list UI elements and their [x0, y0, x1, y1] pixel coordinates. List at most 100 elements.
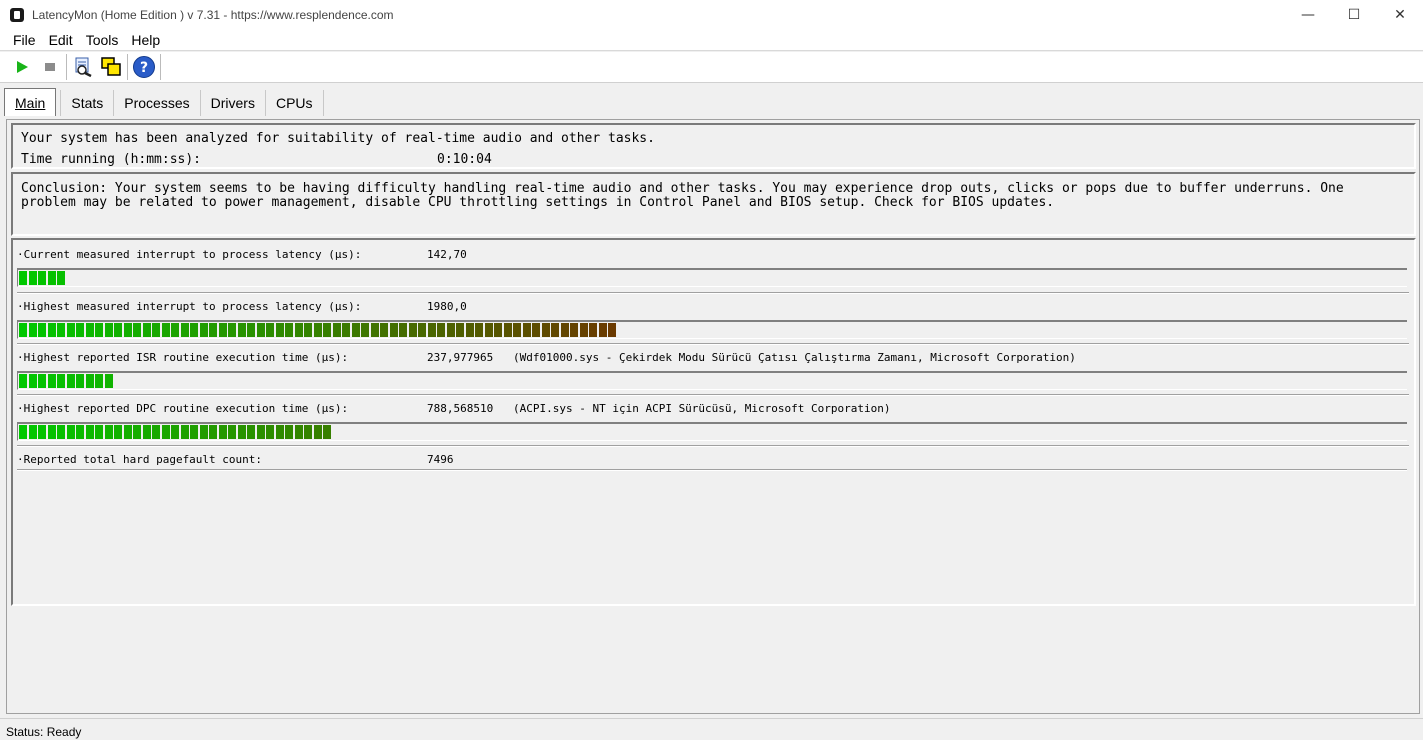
latency-bar [17, 371, 1407, 390]
window-title: LatencyMon (Home Edition ) v 7.31 - http… [32, 7, 394, 22]
bar-segment [114, 425, 122, 439]
bar-segment [475, 323, 483, 337]
bar-segment [190, 425, 198, 439]
bar-segment [66, 425, 75, 439]
bar-segment [228, 323, 236, 337]
bar-segment [285, 425, 293, 439]
bar-segment [28, 271, 37, 285]
bar-segment [484, 323, 493, 337]
menu-edit[interactable]: Edit [44, 32, 78, 48]
bar-segment [570, 323, 578, 337]
minimize-button[interactable]: — [1285, 0, 1331, 29]
bar-fill [19, 323, 618, 337]
bar-segment [66, 374, 75, 388]
bar-segment [133, 425, 141, 439]
bar-fill [19, 374, 114, 388]
menu-edit-label: Edit [48, 31, 73, 48]
bar-segment [427, 323, 436, 337]
bar-segment [152, 425, 160, 439]
tab-cpus[interactable]: CPUs [266, 90, 324, 116]
bar-segment [85, 425, 94, 439]
pagefault-divider [17, 469, 1407, 471]
menu-help[interactable]: Help [126, 32, 165, 48]
tab-main[interactable]: Main [4, 88, 57, 116]
bar-segment [161, 323, 170, 337]
analyzed-text: Your system has been analyzed for suitab… [21, 131, 655, 146]
bar-segment [294, 323, 303, 337]
bar-segment [114, 323, 122, 337]
tab-stats[interactable]: Stats [60, 90, 115, 116]
stop-icon[interactable] [36, 53, 64, 81]
bar-segment [47, 374, 56, 388]
tab-cpus-label: CPUs [275, 95, 313, 111]
bar-segment [275, 425, 284, 439]
summary-box: Your system has been analyzed for suitab… [11, 123, 1416, 169]
bar-segment [171, 425, 179, 439]
close-button[interactable]: ✕ [1377, 0, 1423, 29]
bar-segment [332, 323, 341, 337]
bar-segment [76, 374, 84, 388]
bar-segment [19, 374, 27, 388]
report-icon[interactable] [69, 53, 97, 81]
bar-segment [199, 425, 208, 439]
tab-processes[interactable]: Processes [114, 90, 201, 116]
help-icon[interactable]: ? [130, 53, 158, 81]
bar-segment [209, 323, 217, 337]
bar-segment [323, 323, 331, 337]
time-running-label: Time running (h:mm:ss): [21, 152, 202, 167]
bar-segment [399, 323, 407, 337]
bar-segment [28, 323, 37, 337]
bar-segment [76, 323, 84, 337]
tab-processes-label: Processes [124, 95, 190, 111]
metrics-box: ·Current measured interrupt to process l… [11, 238, 1416, 606]
menu-help-label: Help [131, 31, 161, 48]
bar-segment [522, 323, 531, 337]
bar-segment [579, 323, 588, 337]
bar-segment [19, 271, 27, 285]
bar-segment [342, 323, 350, 337]
status-text: Status: Ready [6, 725, 82, 739]
bar-segment [123, 323, 132, 337]
metric-value: 7496 [427, 453, 454, 466]
maximize-button[interactable]: ☐ [1331, 0, 1377, 29]
metric-label: ·Current measured interrupt to process l… [17, 248, 362, 261]
bar-segment [209, 425, 217, 439]
bar-segment [541, 323, 550, 337]
play-icon[interactable] [8, 53, 36, 81]
bar-segment [351, 323, 360, 337]
status-bar: Status: Ready [0, 718, 1423, 740]
conclusion-box: Conclusion: Your system seems to be havi… [11, 172, 1416, 236]
bar-segment [57, 425, 65, 439]
bar-segment [513, 323, 521, 337]
bar-segment [304, 425, 312, 439]
bar-fill [19, 271, 67, 285]
bar-segment [294, 425, 303, 439]
bar-segment [247, 425, 255, 439]
bar-segment [123, 425, 132, 439]
bar-segment [142, 425, 151, 439]
bar-segment [76, 425, 84, 439]
bar-segment [598, 323, 607, 337]
bar-segment [266, 425, 274, 439]
bar-segment [161, 425, 170, 439]
bar-segment [38, 374, 46, 388]
bar-segment [532, 323, 540, 337]
app-icon [10, 7, 24, 22]
menu-file[interactable]: File [8, 32, 41, 48]
bar-segment [104, 374, 113, 388]
bar-segment [323, 425, 331, 439]
bar-segment [28, 425, 37, 439]
windows-icon[interactable] [97, 53, 125, 81]
bar-segment [256, 425, 265, 439]
conclusion-text: Conclusion: Your system seems to be havi… [21, 181, 1344, 210]
latency-bar [17, 320, 1407, 339]
bar-segment [57, 271, 65, 285]
menu-tools[interactable]: Tools [81, 32, 124, 48]
bar-segment [19, 323, 27, 337]
bar-segment [285, 323, 293, 337]
tab-strip: Main Stats Processes Drivers CPUs [0, 86, 1423, 116]
bar-segment [104, 323, 113, 337]
tab-drivers[interactable]: Drivers [201, 90, 266, 116]
bar-segment [456, 323, 464, 337]
bar-segment [503, 323, 512, 337]
